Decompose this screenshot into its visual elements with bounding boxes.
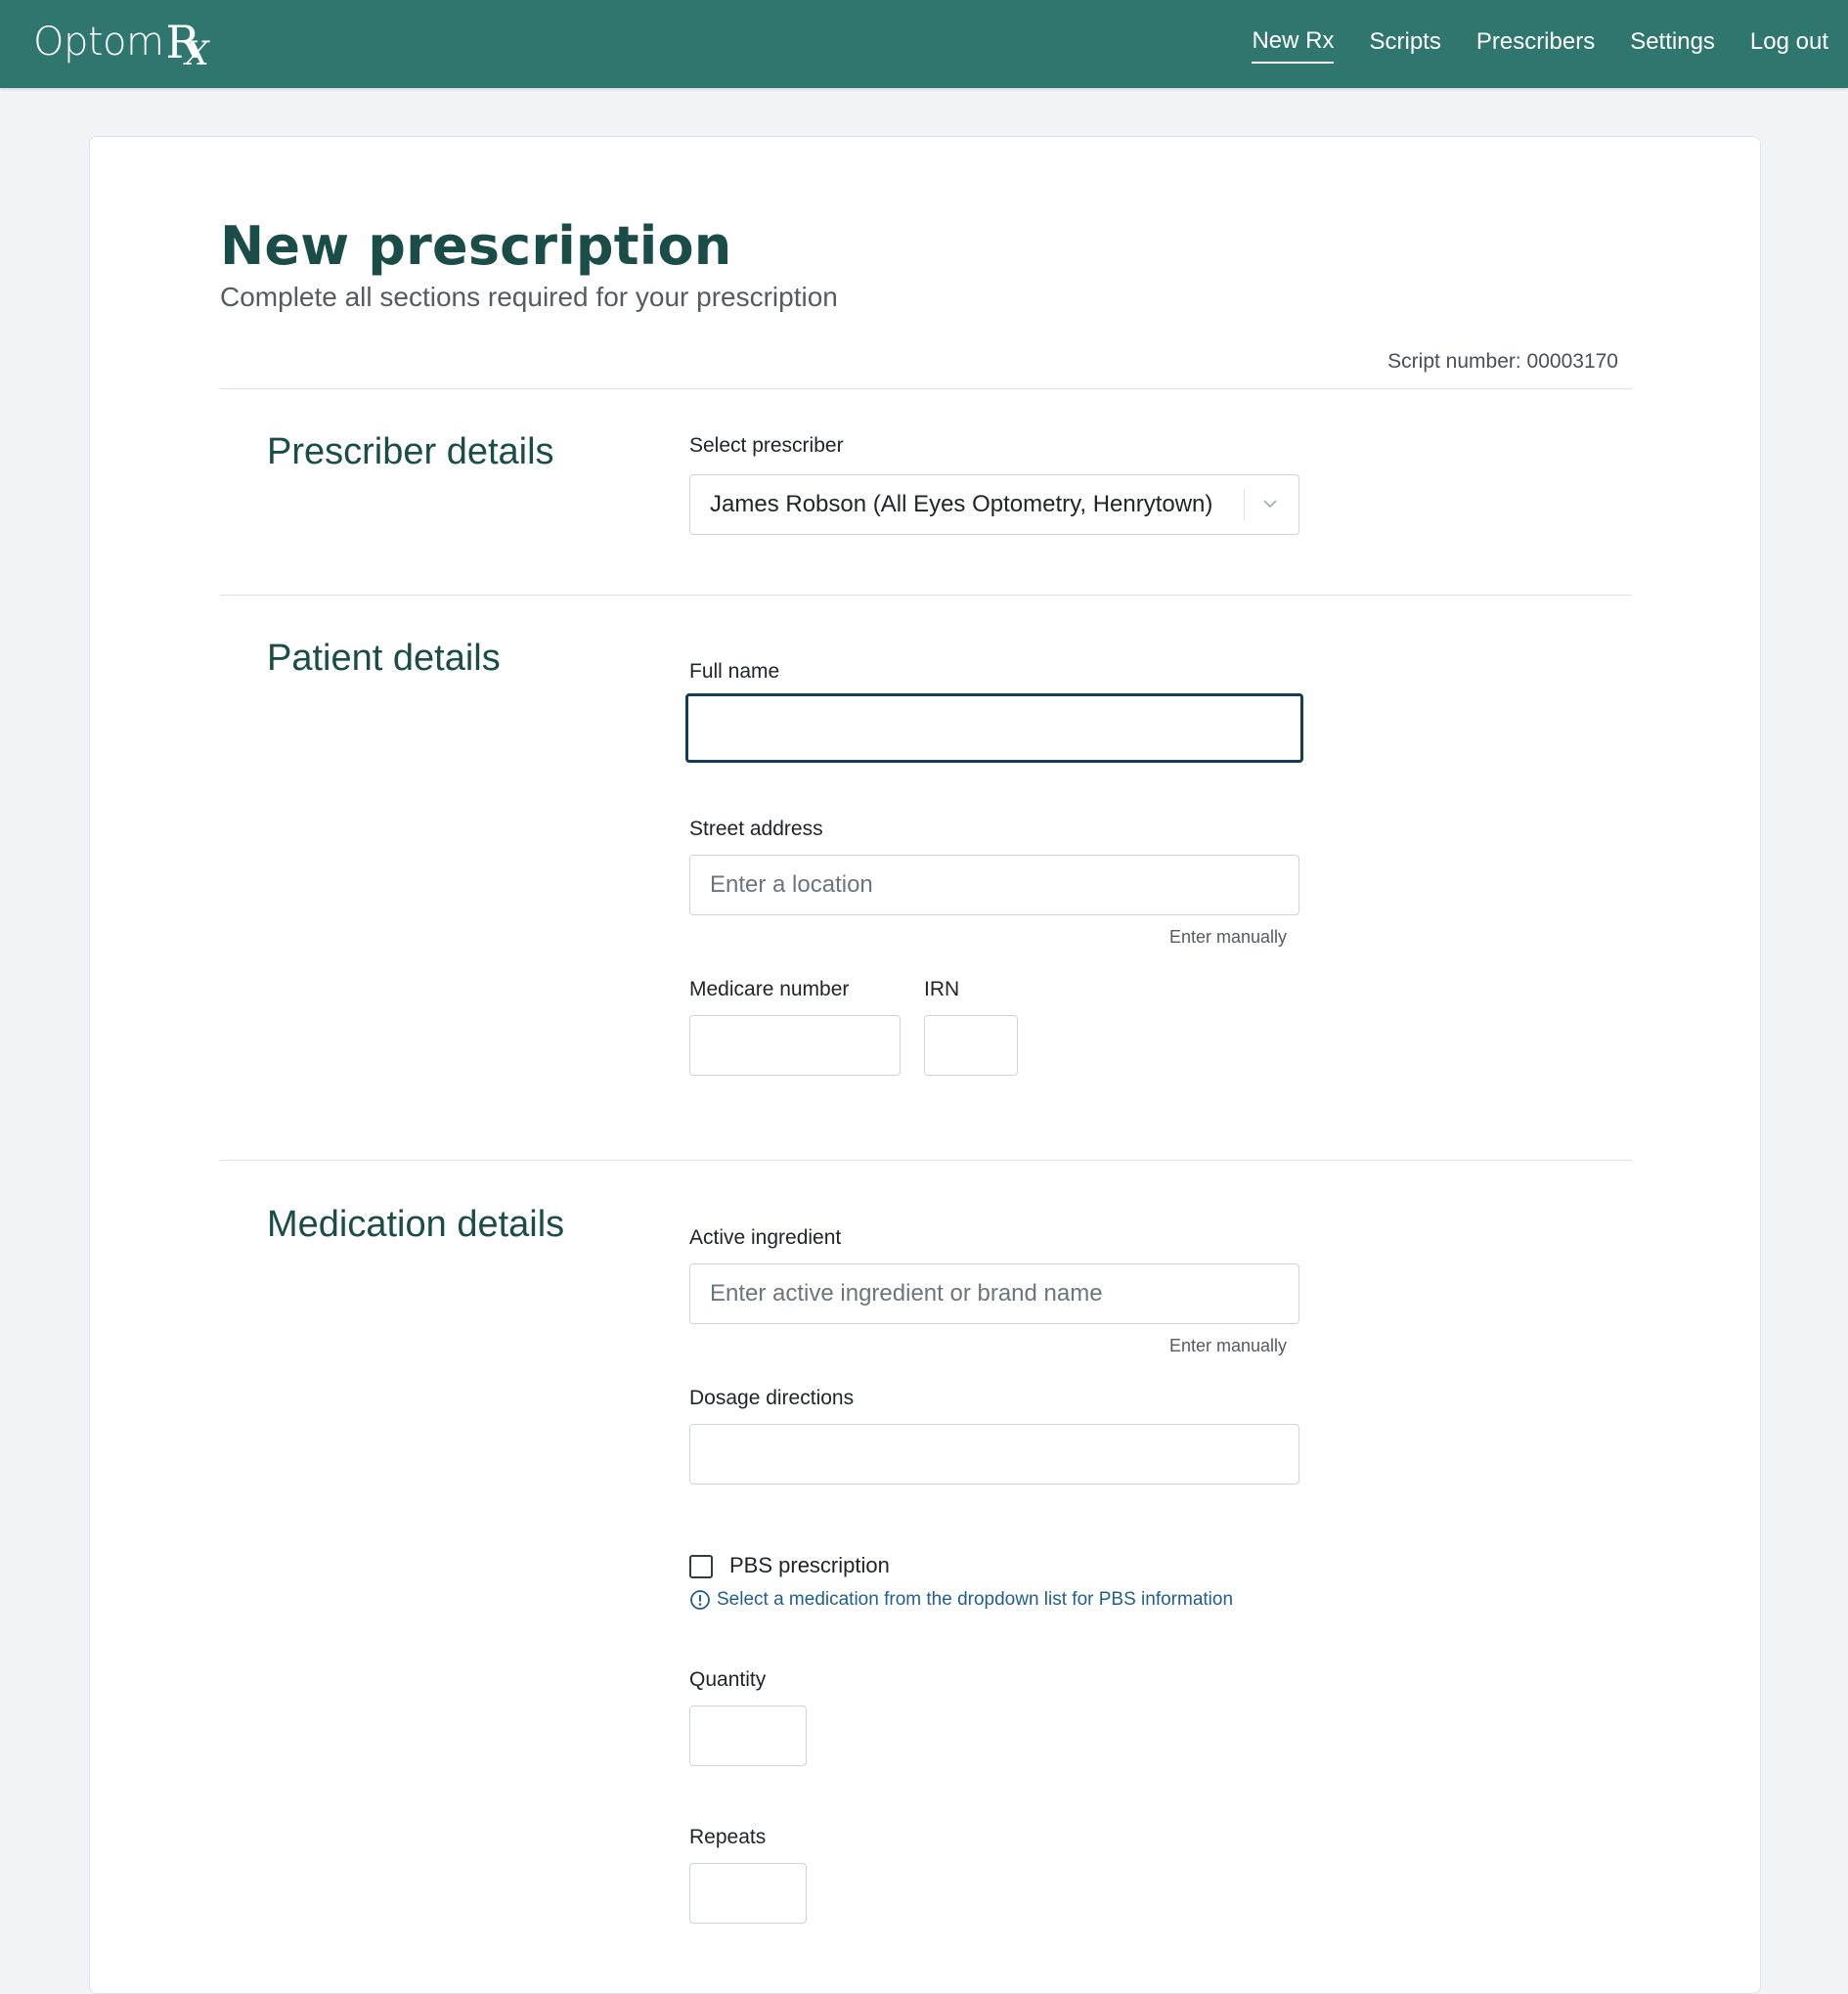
pbs-info-text: Select a medication from the dropdown li… (717, 1589, 1234, 1610)
brand-rx-mark: R X (165, 16, 209, 73)
chevron-down-icon[interactable] (1259, 493, 1281, 514)
medicare-number-input[interactable] (689, 1015, 901, 1076)
quantity-input[interactable] (689, 1706, 807, 1766)
street-address-label: Street address (689, 818, 823, 840)
nav-link-scripts[interactable]: Scripts (1369, 25, 1440, 63)
nav-link-settings[interactable]: Settings (1630, 25, 1715, 63)
select-prescriber-label: Select prescriber (689, 434, 844, 457)
prescriber-select[interactable]: James Robson (All Eyes Optometry, Henryt… (689, 474, 1299, 535)
street-address-input[interactable]: Enter a location (689, 855, 1299, 915)
medicare-number-label: Medicare number (689, 978, 850, 1000)
active-ingredient-placeholder: Enter active ingredient or brand name (710, 1280, 1103, 1307)
quantity-label: Quantity (689, 1668, 767, 1691)
divider (220, 1160, 1632, 1161)
prescription-form-card: New prescription Complete all sections r… (89, 136, 1761, 1994)
dosage-directions-label: Dosage directions (689, 1387, 855, 1409)
top-navbar: Optom R X New Rx Scripts Prescribers Set… (0, 0, 1848, 88)
dosage-directions-input[interactable] (689, 1424, 1299, 1484)
nav-link-prescribers[interactable]: Prescribers (1476, 25, 1595, 63)
nav-link-new-rx[interactable]: New Rx (1252, 24, 1335, 64)
section-title-patient: Patient details (267, 638, 501, 679)
brand-logo[interactable]: Optom R X (33, 14, 213, 74)
street-enter-manually-link[interactable]: Enter manually (1169, 927, 1287, 948)
divider (220, 388, 1632, 389)
section-title-medication: Medication details (267, 1204, 565, 1245)
active-ingredient-label: Active ingredient (689, 1226, 842, 1249)
repeats-input[interactable] (689, 1863, 807, 1924)
irn-label: IRN (924, 978, 960, 1000)
prescriber-select-value: James Robson (All Eyes Optometry, Henryt… (710, 491, 1213, 517)
full-name-input[interactable] (685, 693, 1303, 763)
full-name-label: Full name (689, 660, 780, 683)
ingredient-enter-manually-link[interactable]: Enter manually (1169, 1336, 1287, 1356)
divider (220, 595, 1632, 596)
street-address-placeholder: Enter a location (710, 871, 873, 898)
section-title-prescriber: Prescriber details (267, 431, 554, 472)
irn-input[interactable] (924, 1015, 1018, 1076)
nav-link-log-out[interactable]: Log out (1750, 25, 1828, 63)
main-nav: New Rx Scripts Prescribers Settings Log … (1216, 0, 1828, 88)
pbs-prescription-label[interactable]: PBS prescription (729, 1553, 890, 1578)
pbs-info-message: Select a medication from the dropdown li… (689, 1589, 1233, 1611)
active-ingredient-input[interactable]: Enter active ingredient or brand name (689, 1263, 1299, 1324)
pbs-prescription-checkbox[interactable] (689, 1555, 713, 1578)
brand-text: Optom (33, 20, 164, 65)
page-subtitle: Complete all sections required for your … (220, 282, 838, 312)
info-alert-icon (690, 1590, 710, 1610)
repeats-label: Repeats (689, 1826, 767, 1848)
page-title: New prescription (220, 215, 732, 277)
select-separator (1244, 489, 1245, 520)
script-number: Script number: 00003170 (1387, 350, 1618, 373)
